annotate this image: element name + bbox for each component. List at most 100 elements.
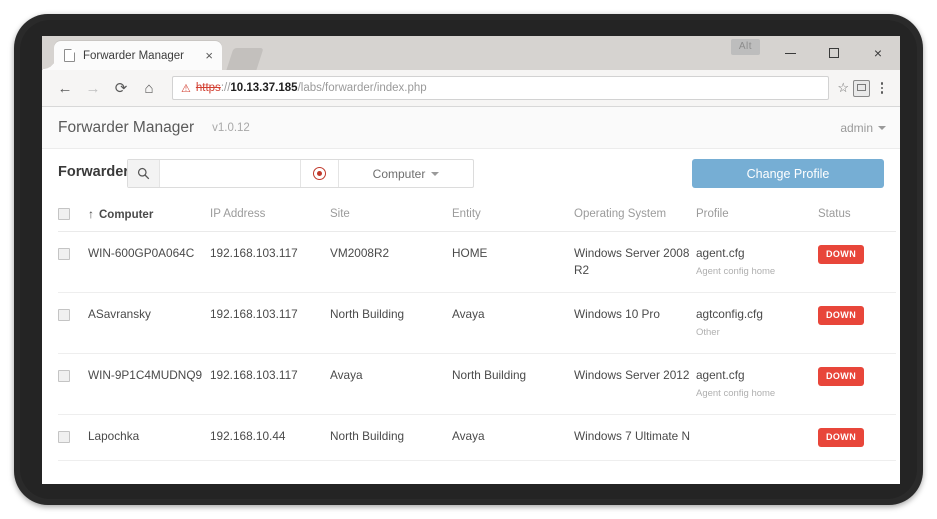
back-button[interactable]: ← bbox=[52, 75, 78, 101]
search-icon[interactable] bbox=[128, 160, 160, 187]
table-header-row: ↑ Computer IP Address Site Entity Operati… bbox=[58, 199, 896, 232]
new-tab-button[interactable] bbox=[226, 48, 264, 70]
url-separator: :// bbox=[220, 82, 231, 94]
cell-ip-address: 192.168.10.44 bbox=[210, 414, 330, 461]
cell-status: DOWN bbox=[818, 353, 896, 415]
cell-profile: agtconfig.cfg Other bbox=[696, 292, 818, 355]
change-profile-button[interactable]: Change Profile bbox=[692, 159, 884, 188]
clear-search-button[interactable] bbox=[300, 160, 338, 187]
chevron-down-icon bbox=[878, 125, 886, 130]
row-checkbox[interactable] bbox=[58, 369, 70, 382]
sort-ascending-icon: ↑ bbox=[88, 207, 94, 221]
profile-name: agent.cfg bbox=[696, 368, 745, 383]
alt-key-badge: Alt bbox=[730, 39, 760, 55]
cell-site: VM2008R2 bbox=[330, 231, 452, 294]
profile-description: Other bbox=[696, 327, 720, 339]
profile-description: Agent config home bbox=[696, 388, 776, 400]
reload-button[interactable]: ⟳ bbox=[108, 75, 134, 101]
tab-title: Forwarder Manager bbox=[83, 49, 184, 62]
column-header-status[interactable]: Status bbox=[818, 199, 896, 232]
home-button[interactable]: ⌂ bbox=[136, 75, 162, 101]
search-input[interactable] bbox=[160, 160, 300, 187]
url-scheme: https bbox=[195, 82, 221, 94]
browser-tab[interactable]: Forwarder Manager × bbox=[43, 41, 222, 70]
cell-ip-address: 192.168.103.117 bbox=[210, 353, 330, 415]
toolbar-actions: ☆ bbox=[837, 79, 890, 97]
cell-status: DOWN bbox=[818, 231, 896, 294]
content-toolbar: Forwarders Computer Change Profile bbox=[42, 149, 900, 199]
cell-computer: WIN-9P1C4MUDNQ9 bbox=[88, 353, 210, 415]
cell-site: North Building bbox=[330, 292, 452, 355]
forwarders-table-wrap: ↑ Computer IP Address Site Entity Operati… bbox=[42, 199, 900, 461]
status-badge: DOWN bbox=[818, 367, 865, 387]
app-header: Forwarder Manager v1.0.12 admin bbox=[42, 107, 900, 149]
profile-description: Agent config home bbox=[696, 266, 776, 278]
maximize-icon bbox=[829, 48, 839, 58]
row-select-cell bbox=[58, 231, 88, 294]
cell-operating-system: Windows 10 Pro bbox=[574, 292, 696, 355]
cell-entity: HOME bbox=[452, 231, 574, 294]
device-bezel: Forwarder Manager × Alt × ← → ⟳ ⌂ ⚠ http… bbox=[14, 14, 923, 505]
column-header-ip-address[interactable]: IP Address bbox=[210, 199, 330, 232]
table-row[interactable]: Lapochka 192.168.10.44 North Building Av… bbox=[58, 414, 896, 461]
page-title: Forwarder Manager bbox=[58, 118, 195, 136]
cell-status: DOWN bbox=[818, 292, 896, 355]
row-checkbox[interactable] bbox=[58, 247, 70, 260]
url-path: /labs/forwarder/index.php bbox=[297, 82, 427, 94]
table-body: WIN-600GP0A064C 192.168.103.117 VM2008R2… bbox=[58, 231, 896, 461]
column-header-operating-system[interactable]: Operating System bbox=[574, 199, 696, 232]
user-menu[interactable]: admin bbox=[840, 121, 886, 135]
status-badge: DOWN bbox=[818, 306, 865, 326]
maximize-button[interactable] bbox=[812, 36, 856, 70]
table-row[interactable]: WIN-9P1C4MUDNQ9 192.168.103.117 Avaya No… bbox=[58, 353, 896, 415]
cell-site: North Building bbox=[330, 414, 452, 461]
minimize-button[interactable] bbox=[768, 36, 812, 70]
select-all-header bbox=[58, 199, 88, 232]
cell-computer: Lapochka bbox=[88, 414, 210, 461]
cell-entity: North Building bbox=[452, 353, 574, 415]
table-row[interactable]: WIN-600GP0A064C 192.168.103.117 VM2008R2… bbox=[58, 231, 896, 294]
cell-profile: agent.cfg Agent config home bbox=[696, 231, 818, 294]
cell-ip-address: 192.168.103.117 bbox=[210, 292, 330, 355]
row-select-cell bbox=[58, 292, 88, 355]
table-head: ↑ Computer IP Address Site Entity Operati… bbox=[58, 199, 896, 232]
row-checkbox[interactable] bbox=[58, 430, 70, 443]
menu-dots-icon[interactable] bbox=[874, 79, 890, 97]
cell-ip-address: 192.168.103.117 bbox=[210, 231, 330, 294]
column-header-site[interactable]: Site bbox=[330, 199, 452, 232]
bookmark-star-icon[interactable]: ☆ bbox=[837, 80, 849, 96]
row-select-cell bbox=[58, 353, 88, 415]
url-host: 10.13.37.185 bbox=[230, 82, 298, 94]
forward-button[interactable]: → bbox=[80, 75, 106, 101]
filter-dropdown[interactable]: Computer bbox=[338, 160, 473, 187]
address-bar[interactable]: ⚠ https://10.13.37.185/labs/forwarder/in… bbox=[172, 76, 830, 100]
column-header-computer[interactable]: ↑ Computer bbox=[88, 199, 210, 232]
profile-name: agent.cfg bbox=[696, 246, 745, 260]
save-icon[interactable] bbox=[853, 79, 870, 97]
page-content: Forwarder Manager v1.0.12 admin Forwarde… bbox=[42, 107, 900, 484]
browser-window: Forwarder Manager × Alt × ← → ⟳ ⌂ ⚠ http… bbox=[42, 36, 900, 484]
select-all-checkbox[interactable] bbox=[58, 207, 70, 220]
cell-entity: Avaya bbox=[452, 414, 574, 461]
cell-computer: ASavransky bbox=[88, 292, 210, 355]
column-label-computer: Computer bbox=[99, 209, 154, 221]
row-checkbox[interactable] bbox=[58, 309, 70, 322]
clear-target-icon bbox=[313, 167, 326, 180]
search-group: Computer bbox=[127, 159, 474, 188]
column-header-profile[interactable]: Profile bbox=[696, 199, 818, 232]
close-window-button[interactable]: × bbox=[856, 36, 900, 70]
cell-profile: agent.cfg Agent config home bbox=[696, 353, 818, 415]
tab-strip: Forwarder Manager × Alt × bbox=[42, 36, 900, 70]
cell-computer: WIN-600GP0A064C bbox=[88, 231, 210, 294]
window-controls: × bbox=[768, 36, 900, 70]
url-text: https://10.13.37.185/labs/forwarder/inde… bbox=[196, 82, 427, 94]
close-tab-icon[interactable]: × bbox=[202, 49, 216, 62]
status-badge: DOWN bbox=[818, 245, 865, 265]
search-glyph bbox=[137, 167, 150, 180]
column-header-entity[interactable]: Entity bbox=[452, 199, 574, 232]
table-row[interactable]: ASavransky 192.168.103.117 North Buildin… bbox=[58, 292, 896, 355]
cell-profile bbox=[696, 414, 818, 461]
forwarders-table: ↑ Computer IP Address Site Entity Operati… bbox=[58, 199, 896, 461]
cell-operating-system: Windows 7 Ultimate N bbox=[574, 414, 696, 461]
row-select-cell bbox=[58, 414, 88, 461]
